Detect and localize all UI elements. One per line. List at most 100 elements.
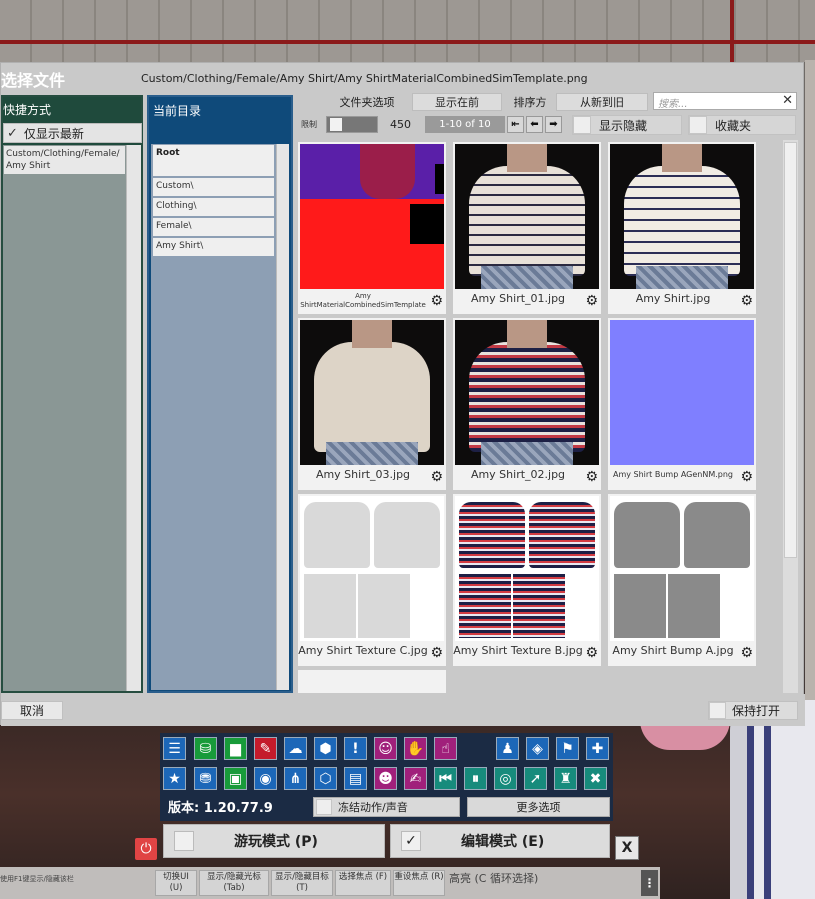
file-tile[interactable]: Amy Shirt_03.jpg ⚙ xyxy=(298,318,446,490)
checkbox xyxy=(689,116,707,134)
thumbnail-image xyxy=(610,320,754,465)
next-page-icon[interactable]: ➡ xyxy=(545,116,562,133)
play-mode-button[interactable]: 游玩模式 (P) xyxy=(163,824,385,858)
file-tile[interactable]: Amy Shirt Bump A.jpg ⚙ xyxy=(608,494,756,666)
show-hidden-toggle[interactable]: 显示隐藏 xyxy=(572,115,682,135)
share-icon[interactable]: ⋔ xyxy=(284,767,307,790)
sort-label: 排序方 xyxy=(513,96,547,109)
gear-icon[interactable]: ⚙ xyxy=(430,645,443,661)
person-icon[interactable]: ♟ xyxy=(496,737,519,760)
gear-icon[interactable]: ⚙ xyxy=(430,293,443,309)
scrollbar-thumb[interactable] xyxy=(784,142,797,558)
pose-icon[interactable]: ✍ xyxy=(404,767,427,790)
favorites-toggle[interactable]: 收藏夹 xyxy=(688,115,796,135)
gear-icon[interactable]: ⚙ xyxy=(585,645,598,661)
file-tile[interactable] xyxy=(298,670,446,693)
gear-icon[interactable]: ⚙ xyxy=(740,645,753,661)
sort-button[interactable]: 从新到旧 xyxy=(556,93,648,111)
show-first-button[interactable]: 显示在前 xyxy=(412,93,502,111)
more-options-button[interactable]: 更多选项 xyxy=(467,797,610,817)
box-open-icon[interactable]: ⬡ xyxy=(314,767,337,790)
dialog-footer: 取消 保持打开 xyxy=(1,694,805,726)
hand-icon[interactable]: ✋ xyxy=(404,737,427,760)
file-tile[interactable]: Amy Shirt.jpg ⚙ xyxy=(608,142,756,314)
first-page-icon[interactable]: ⇤ xyxy=(507,116,524,133)
grid-scrollbar[interactable] xyxy=(783,140,798,693)
file-name: Amy Shirt Texture B.jpg xyxy=(453,644,583,657)
menu-icon[interactable]: ☰ xyxy=(163,737,186,760)
file-tile[interactable]: Amy Shirt_01.jpg ⚙ xyxy=(453,142,601,314)
pointer-hand-icon[interactable]: ☝ xyxy=(434,737,457,760)
gear-icon[interactable]: ⚙ xyxy=(430,469,443,485)
file-grid: Amy ShirtMaterialCombinedSimTemplate ⚙ A… xyxy=(296,140,782,693)
dir-item-clothing[interactable]: Clothing\ xyxy=(153,198,274,216)
thumbnail-image xyxy=(300,320,444,465)
dir-item-amy-shirt[interactable]: Amy Shirt\ xyxy=(153,238,274,256)
rewind-icon[interactable]: ⏮ xyxy=(434,767,457,790)
plus-icon[interactable]: ✚ xyxy=(586,737,609,760)
tools-icon[interactable]: ✖ xyxy=(584,767,607,790)
folder-icon[interactable]: ▆ xyxy=(224,737,247,760)
cloud-icon[interactable]: ☁ xyxy=(284,737,307,760)
alert-icon[interactable]: ! xyxy=(344,737,367,760)
shortcut-item[interactable]: Custom/Clothing/Female/ Amy Shirt xyxy=(4,146,125,174)
thumbnail-image xyxy=(455,496,599,641)
cursor-icon[interactable]: ➚ xyxy=(524,767,547,790)
camera-folder-icon[interactable]: ▣ xyxy=(224,767,247,790)
toggle-ui-hint[interactable]: 切换UI (U) xyxy=(155,870,197,896)
target-icon[interactable]: ◎ xyxy=(494,767,517,790)
shortcuts-scrollbar[interactable] xyxy=(126,145,141,691)
thumbnail-image xyxy=(455,144,599,289)
show-latest-toggle[interactable]: ✓ 仅显示最新 xyxy=(3,123,142,143)
dir-item-female[interactable]: Female\ xyxy=(153,218,274,236)
save-icon[interactable]: ⛃ xyxy=(194,767,217,790)
select-focus-hint[interactable]: 选择焦点 (F) xyxy=(335,870,391,896)
shortcuts-header: 快捷方式 xyxy=(3,103,52,117)
pause-icon[interactable]: ⏸ xyxy=(464,767,487,790)
file-tile[interactable]: Amy Shirt Texture B.jpg ⚙ xyxy=(453,494,601,666)
dir-scrollbar[interactable] xyxy=(276,144,289,690)
more-dots-icon[interactable]: ⋮ xyxy=(641,870,658,896)
show-hidden-label: 显示隐藏 xyxy=(599,118,648,133)
thumbnail-image xyxy=(455,320,599,465)
hint-left-text: 使用F1键显示/隐藏该栏 xyxy=(0,875,74,883)
person-add-icon[interactable]: ☺ xyxy=(374,737,397,760)
person-settings-icon[interactable]: ☻ xyxy=(374,767,397,790)
limit-slider[interactable] xyxy=(326,116,378,133)
scene-open-icon[interactable]: ⛁ xyxy=(194,737,217,760)
file-name: Amy Shirt Bump AGenNM.png xyxy=(612,470,734,479)
toggle-target-hint[interactable]: 显示/隐藏目标 (T) xyxy=(271,870,333,896)
dir-item-custom[interactable]: Custom\ xyxy=(153,178,274,196)
cancel-button[interactable]: 取消 xyxy=(1,701,63,720)
gear-icon[interactable]: ⚙ xyxy=(740,469,753,485)
file-tile[interactable]: Amy Shirt Texture C.jpg ⚙ xyxy=(298,494,446,666)
camera-icon[interactable]: ◉ xyxy=(254,767,277,790)
document-icon[interactable]: ▤ xyxy=(344,767,367,790)
package-icon[interactable]: ⬢ xyxy=(314,737,337,760)
checkbox xyxy=(174,831,194,851)
file-tile[interactable]: Amy Shirt_02.jpg ⚙ xyxy=(453,318,601,490)
people-icon[interactable]: ♜ xyxy=(554,767,577,790)
edit-mode-button[interactable]: ✓ 编辑模式 (E) xyxy=(390,824,610,858)
file-tile[interactable]: Amy ShirtMaterialCombinedSimTemplate ⚙ xyxy=(298,142,446,314)
flag-icon[interactable]: ⚑ xyxy=(556,737,579,760)
gear-icon[interactable]: ⚙ xyxy=(585,469,598,485)
file-tile[interactable]: Amy Shirt Bump AGenNM.png ⚙ xyxy=(608,318,756,490)
toggle-cursor-hint[interactable]: 显示/隐藏光标 (Tab) xyxy=(199,870,269,896)
keep-open-toggle[interactable]: 保持打开 xyxy=(708,701,798,720)
reset-focus-hint[interactable]: 重设焦点 (R) xyxy=(393,870,445,896)
close-button[interactable]: X xyxy=(615,836,639,860)
search-input[interactable]: 搜索... ✕ xyxy=(653,92,797,110)
gear-icon[interactable]: ⚙ xyxy=(585,293,598,309)
current-dir-header: 当前目录 xyxy=(153,104,202,118)
prev-page-icon[interactable]: ⬅ xyxy=(526,116,543,133)
star-icon[interactable]: ★ xyxy=(163,767,186,790)
freeze-toggle[interactable]: 冻结动作/声音 xyxy=(313,797,460,817)
gear-icon[interactable]: ⚙ xyxy=(740,293,753,309)
slider-knob[interactable] xyxy=(330,118,342,131)
dir-item-root[interactable]: Root xyxy=(153,145,274,176)
clear-icon[interactable]: ✎ xyxy=(254,737,277,760)
power-icon[interactable]: ⏻ xyxy=(135,838,157,860)
unity-icon[interactable]: ◈ xyxy=(526,737,549,760)
clear-search-icon[interactable]: ✕ xyxy=(782,93,793,108)
